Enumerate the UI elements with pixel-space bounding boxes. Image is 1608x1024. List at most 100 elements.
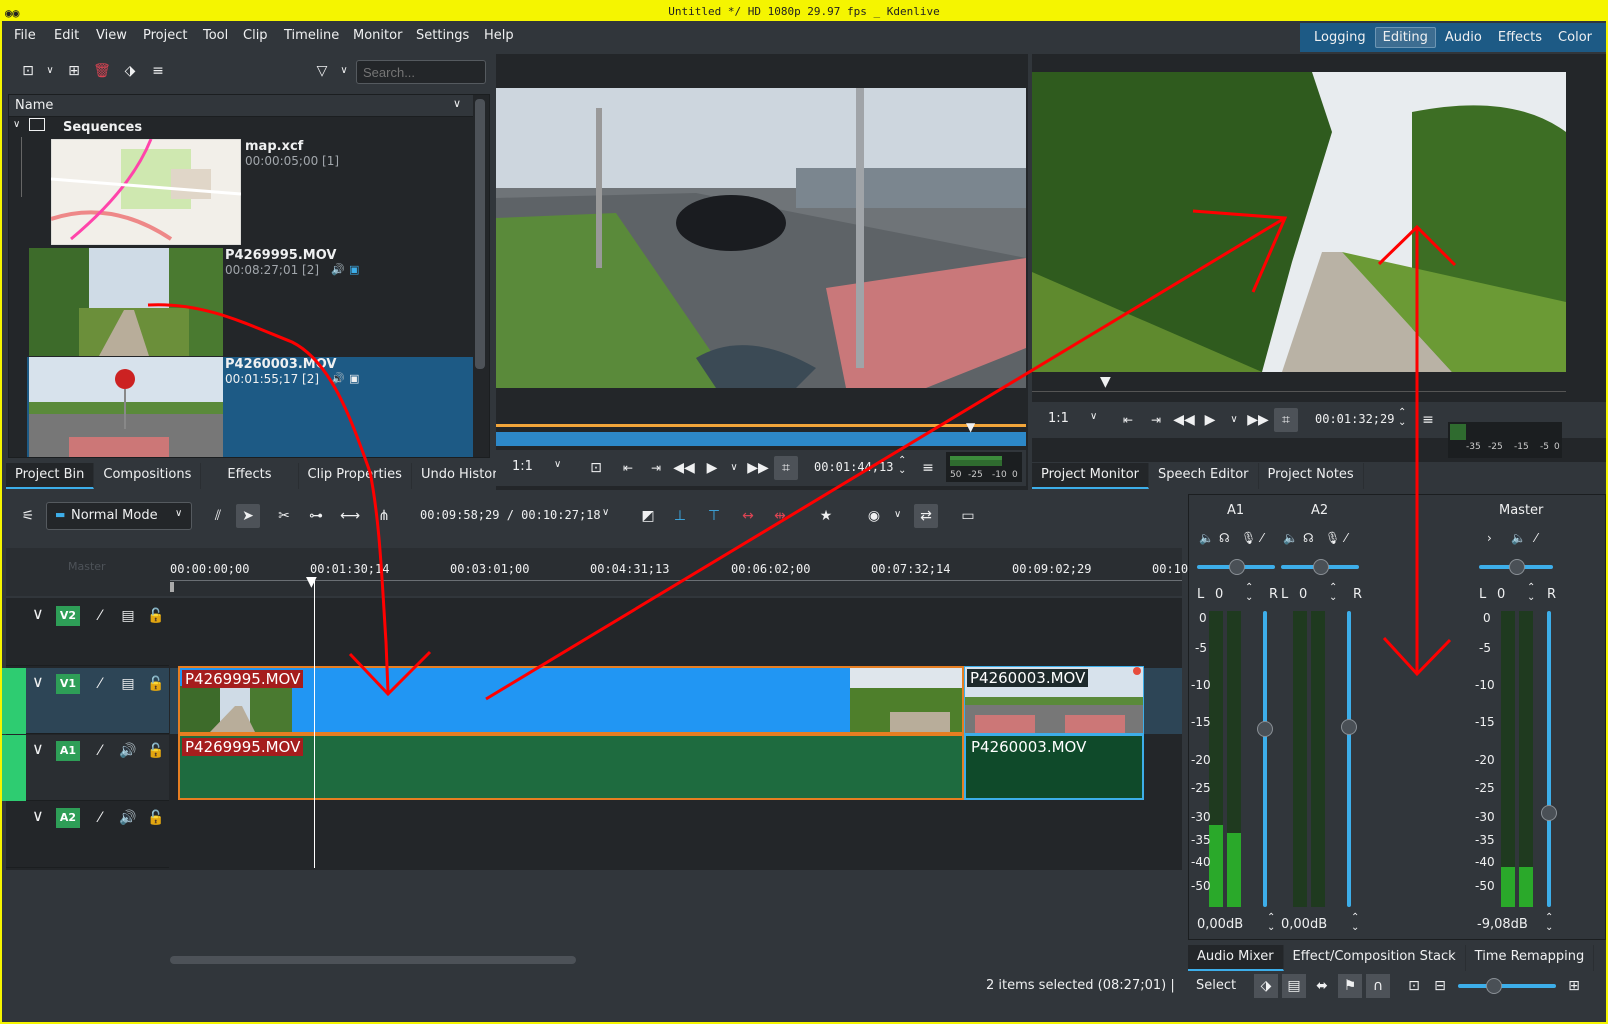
layout-audio[interactable]: Audio xyxy=(1438,28,1489,47)
fader-knob[interactable] xyxy=(1541,805,1557,821)
layout-color[interactable]: Color xyxy=(1551,28,1599,47)
select-tool-icon[interactable]: ➤ xyxy=(236,504,260,528)
chevron-down-icon[interactable]: ∨ xyxy=(602,507,609,518)
project-monitor-video[interactable] xyxy=(1032,72,1566,372)
tab-compositions[interactable]: Compositions xyxy=(94,463,202,489)
speaker-icon[interactable]: 🔈 xyxy=(1283,531,1298,545)
chevron-down-icon[interactable]: ∨ xyxy=(38,59,62,83)
bin-scrollbar[interactable] xyxy=(475,99,485,369)
lock-icon[interactable]: 🔓 xyxy=(144,739,168,763)
tab-audio-mixer[interactable]: Audio Mixer xyxy=(1188,945,1284,971)
pan-value[interactable]: 0 xyxy=(1497,587,1505,602)
timeline-ruler[interactable]: 00:00:00;00 00:01:30;14 00:03:01;00 00:0… xyxy=(170,550,1188,594)
set-in-icon[interactable]: ⇤ xyxy=(616,456,640,480)
razor-tool-icon[interactable]: ✂ xyxy=(272,504,296,528)
zoom-out-icon[interactable]: ⊟ xyxy=(1428,974,1452,998)
rewind-icon[interactable]: ◀◀ xyxy=(1172,408,1196,432)
chevron-down-icon[interactable]: ∨ xyxy=(894,509,901,520)
tab-effect-composition-stack[interactable]: Effect/Composition Stack xyxy=(1284,945,1466,971)
zoom-slider[interactable] xyxy=(1458,984,1556,988)
pan-knob[interactable] xyxy=(1509,559,1525,575)
menu-settings[interactable]: Settings xyxy=(416,28,469,43)
speaker-icon[interactable]: 🔈 xyxy=(1511,531,1526,545)
wand-icon[interactable]: ⁄ xyxy=(1345,531,1347,545)
lock-icon[interactable]: 🔓 xyxy=(144,806,168,830)
track-header-v1[interactable]: ∨ V1 ⁄ ▤ 🔓 xyxy=(2,668,169,734)
project-playhead-marker[interactable]: ▼ xyxy=(1100,374,1111,390)
extract-icon[interactable]: ⇹ xyxy=(768,504,792,528)
tab-time-remapping[interactable]: Time Remapping xyxy=(1466,945,1595,971)
project-ruler[interactable]: ▼ xyxy=(1032,374,1566,398)
spin-icon[interactable]: ⌃ ⌄ xyxy=(1351,913,1359,933)
volume-fader[interactable] xyxy=(1547,611,1551,907)
set-in-icon[interactable]: ⇤ xyxy=(1116,408,1140,432)
split-icon[interactable]: ⬌ xyxy=(1310,974,1334,998)
play-icon[interactable]: ▶ xyxy=(700,456,724,480)
lock-icon[interactable]: 🔓 xyxy=(144,604,168,628)
fader-knob[interactable] xyxy=(1257,721,1273,737)
volume-fader[interactable] xyxy=(1347,611,1351,907)
spin-icon[interactable]: ⌃ ⌄ xyxy=(898,456,906,476)
video-clip[interactable]: P4269995.MOV xyxy=(178,666,964,734)
collapse-icon[interactable]: ∨ xyxy=(32,739,44,758)
set-out-icon[interactable]: ⇥ xyxy=(644,456,668,480)
film-icon[interactable]: ▤ xyxy=(1282,974,1306,998)
expand-icon[interactable]: ∨ xyxy=(13,119,20,130)
record-icon[interactable]: ◉ xyxy=(862,504,886,528)
pan-knob[interactable] xyxy=(1229,559,1245,575)
tab-project-bin[interactable]: Project Bin xyxy=(6,463,95,489)
effects-wand-icon[interactable]: ⁄ xyxy=(88,604,112,628)
pan-value[interactable]: 0 xyxy=(1299,587,1307,602)
composite-icon[interactable]: ◩ xyxy=(636,504,660,528)
speaker-icon[interactable]: 🔊 xyxy=(116,739,140,763)
add-clip-icon[interactable]: ⊡ xyxy=(16,59,40,83)
collapse-icon[interactable]: ∨ xyxy=(32,672,44,691)
crop-icon[interactable]: ⌗ xyxy=(774,456,798,480)
edit-mode-select[interactable]: ▬ Normal Mode ∨ xyxy=(46,502,192,530)
wand-icon[interactable]: ⁄ xyxy=(1535,531,1537,545)
delete-icon[interactable]: 🗑 xyxy=(90,59,114,83)
slip-tool-icon[interactable]: ⋔ xyxy=(372,504,396,528)
chevron-down-icon[interactable]: ∨ xyxy=(554,459,561,470)
menu-clip[interactable]: Clip xyxy=(243,28,268,43)
timeline-scrollbar[interactable] xyxy=(170,956,576,964)
hamburger-menu-icon[interactable]: ≡ xyxy=(916,456,940,480)
spin-icon[interactable]: ⌃ ⌄ xyxy=(1329,583,1337,603)
tag-icon[interactable]: ⬗ xyxy=(1254,974,1278,998)
clip-monitor-ruler[interactable] xyxy=(496,432,1026,446)
bin-search-input[interactable] xyxy=(356,60,486,84)
timeline-timecode[interactable]: 00:09:58;29 / 00:10:27;18 xyxy=(420,508,601,522)
tab-project-monitor[interactable]: Project Monitor xyxy=(1032,463,1150,489)
set-out-icon[interactable]: ⇥ xyxy=(1144,408,1168,432)
menu-tool[interactable]: Tool xyxy=(203,28,228,43)
mic-icon[interactable]: 🎙 xyxy=(1325,531,1340,545)
bin-item[interactable]: map.xcf 00:00:05;00 [1] xyxy=(49,139,473,247)
settings-sliders-icon[interactable]: ⚟ xyxy=(16,504,40,528)
filter-dropdown-icon[interactable]: ∨ xyxy=(332,59,356,83)
subtitle-icon[interactable]: ▭ xyxy=(956,504,980,528)
track-header-a2[interactable]: ∨ A2 ⁄ 🔊 🔓 xyxy=(6,802,169,868)
mic-icon[interactable]: 🎙 xyxy=(1241,531,1256,545)
tab-clip-properties[interactable]: Clip Properties xyxy=(299,463,412,489)
spin-icon[interactable]: ⌃ ⌄ xyxy=(1527,583,1535,603)
chevron-down-icon[interactable]: ∨ xyxy=(1090,411,1097,422)
spacer-tool-icon[interactable]: ⊶ xyxy=(304,504,328,528)
crop-icon[interactable]: ⌗ xyxy=(1274,408,1298,432)
razor-snap-icon[interactable]: ⫽ xyxy=(206,504,230,528)
fader-knob[interactable] xyxy=(1341,719,1357,735)
fit-icon[interactable]: ⊡ xyxy=(584,456,608,480)
playhead-marker[interactable]: ▼ xyxy=(306,574,317,590)
spin-icon[interactable]: ⌃ ⌄ xyxy=(1245,583,1253,603)
film-icon[interactable]: ▤ xyxy=(116,672,140,696)
clip-timecode[interactable]: 00:01:44;13 xyxy=(814,460,893,474)
clip-monitor-video[interactable] xyxy=(496,88,1026,388)
project-timecode[interactable]: 00:01:32;29 xyxy=(1315,412,1394,426)
forward-icon[interactable]: ▶▶ xyxy=(1246,408,1270,432)
hamburger-menu-icon[interactable]: ≡ xyxy=(1416,408,1440,432)
headphones-icon[interactable]: ☊ xyxy=(1219,531,1230,545)
clip-zoom[interactable]: 1:1 xyxy=(512,459,533,474)
wand-icon[interactable]: ⁄ xyxy=(1261,531,1263,545)
effects-wand-icon[interactable]: ⁄ xyxy=(88,806,112,830)
menu-edit[interactable]: Edit xyxy=(54,28,79,43)
chevron-down-icon[interactable]: ∨ xyxy=(722,456,746,480)
